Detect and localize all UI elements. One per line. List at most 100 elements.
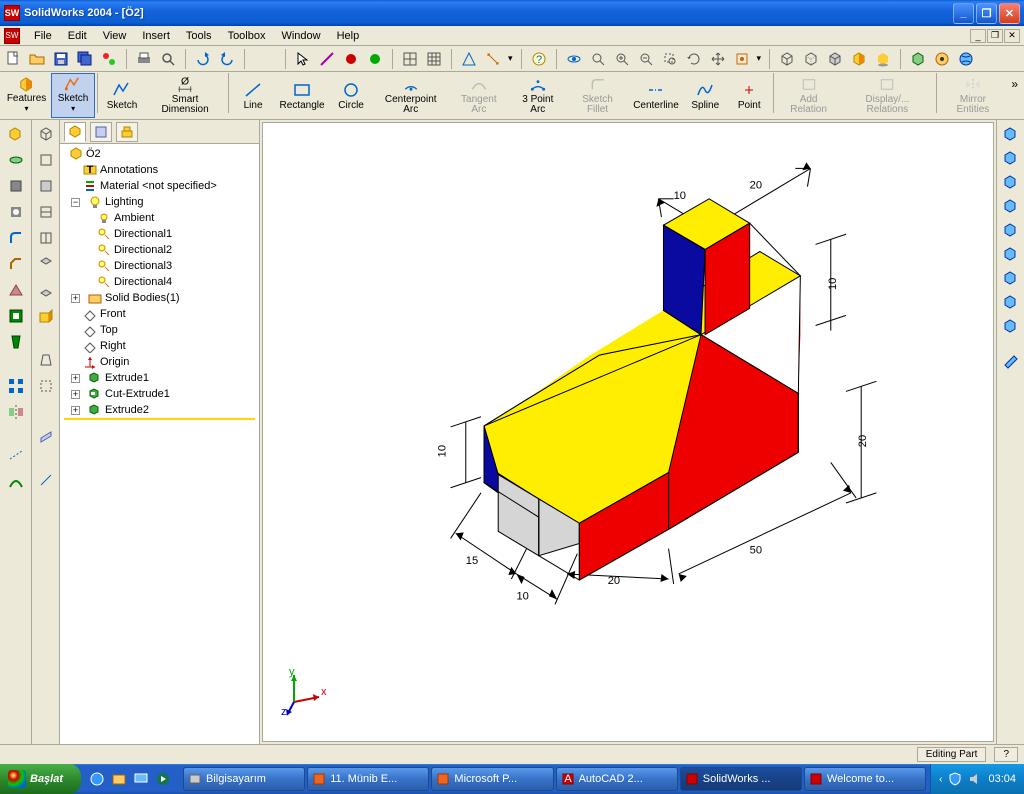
ql-media-icon[interactable]	[153, 768, 173, 790]
start-button[interactable]: Başlat	[0, 764, 81, 794]
maximize-button[interactable]: ❐	[976, 3, 997, 24]
rb-1[interactable]	[1001, 124, 1021, 144]
feat-extrude-icon[interactable]	[6, 124, 26, 144]
rb-measure-icon[interactable]	[1001, 352, 1021, 372]
tree-front[interactable]: Front	[60, 306, 259, 322]
options-button[interactable]	[484, 50, 502, 68]
mdi-close[interactable]: ✕	[1004, 29, 1020, 43]
view-right-icon[interactable]	[36, 228, 56, 248]
view-perspective-icon[interactable]	[36, 350, 56, 370]
task-5[interactable]: SolidWorks ...	[680, 767, 802, 791]
task-6[interactable]: Welcome to...	[804, 767, 926, 791]
menu-tools[interactable]: Tools	[178, 28, 220, 44]
tree-dir3[interactable]: Directional3	[60, 258, 259, 274]
feat-revolve-icon[interactable]	[6, 150, 26, 170]
feat-chamfer-icon[interactable]	[6, 254, 26, 274]
view-wireframe-button[interactable]	[778, 50, 796, 68]
menu-edit[interactable]: Edit	[60, 28, 95, 44]
rb-9[interactable]	[1001, 316, 1021, 336]
tree-dir2[interactable]: Directional2	[60, 242, 259, 258]
cmd-sketch2[interactable]: Sketch	[100, 73, 144, 118]
tray-clock[interactable]: 03:04	[988, 773, 1016, 785]
tree-ext1[interactable]: +Extrude1	[60, 370, 259, 386]
cmd-line[interactable]: Line	[231, 73, 275, 118]
view-plane-icon[interactable]	[36, 426, 56, 446]
zoom-in-button[interactable]	[613, 50, 631, 68]
rb-4[interactable]	[1001, 196, 1021, 216]
pan-button[interactable]	[709, 50, 727, 68]
section-button[interactable]	[909, 50, 927, 68]
close-button[interactable]: ✕	[999, 3, 1020, 24]
tree-origin[interactable]: Origin	[60, 354, 259, 370]
feat-fillet-icon[interactable]	[6, 228, 26, 248]
rotate-button[interactable]	[685, 50, 703, 68]
rb-6[interactable]	[1001, 244, 1021, 264]
task-3[interactable]: Microsoft P...	[431, 767, 553, 791]
cmd-sketch[interactable]: Sketch ▾	[51, 73, 95, 118]
view-bottom-icon[interactable]	[36, 280, 56, 300]
feat-draft-icon[interactable]	[6, 332, 26, 352]
feat-shell-icon[interactable]	[6, 306, 26, 326]
print-button[interactable]	[135, 50, 153, 68]
feat-refgeom-icon[interactable]	[6, 446, 26, 466]
cmd-features[interactable]: Features ▾	[2, 73, 51, 118]
grid1-button[interactable]	[401, 50, 419, 68]
cmd-circle[interactable]: Circle	[329, 73, 373, 118]
graphics-viewport[interactable]: 10 20 10 20 10	[262, 122, 994, 742]
tray-volume-icon[interactable]	[968, 772, 982, 786]
cmd-cline[interactable]: Centerline	[629, 73, 684, 118]
view-iso-icon[interactable]	[36, 124, 56, 144]
menu-toolbox[interactable]: Toolbox	[220, 28, 274, 44]
shadow-button[interactable]	[874, 50, 892, 68]
rb-3[interactable]	[1001, 172, 1021, 192]
task-2[interactable]: 11. Münib E...	[307, 767, 429, 791]
tree-annotations[interactable]: TAnnotations	[60, 162, 259, 178]
save-button[interactable]	[52, 50, 70, 68]
tree-material[interactable]: Material <not specified>	[60, 178, 259, 194]
cmd-cparc[interactable]: Centerpoint Arc	[373, 73, 448, 118]
tree-ambient[interactable]: Ambient	[60, 210, 259, 226]
tree-solid[interactable]: +Solid Bodies(1)	[60, 290, 259, 306]
color-button[interactable]	[342, 50, 360, 68]
tree-right[interactable]: Right	[60, 338, 259, 354]
tree-lighting[interactable]: −Lighting	[60, 194, 259, 210]
tree-root[interactable]: Ö2	[60, 146, 259, 162]
tray-arrow-icon[interactable]: ‹	[939, 774, 942, 785]
zoom-out-button[interactable]	[637, 50, 655, 68]
mdi-restore[interactable]: ❐	[987, 29, 1003, 43]
open-button[interactable]	[28, 50, 46, 68]
menu-view[interactable]: View	[95, 28, 135, 44]
menu-insert[interactable]: Insert	[134, 28, 178, 44]
explode-button[interactable]	[100, 50, 118, 68]
preview-button[interactable]	[159, 50, 177, 68]
orbit-button[interactable]	[565, 50, 583, 68]
tree-tab-prop[interactable]	[116, 122, 138, 142]
cmd-overflow[interactable]: »	[1007, 73, 1022, 118]
saveall-button[interactable]	[76, 50, 94, 68]
rb-2[interactable]	[1001, 148, 1021, 168]
rb-5[interactable]	[1001, 220, 1021, 240]
feat-mirror-icon[interactable]	[6, 402, 26, 422]
fastview-button[interactable]	[933, 50, 951, 68]
tree-tab-config[interactable]	[90, 122, 112, 142]
ql-explorer-icon[interactable]	[109, 768, 129, 790]
cmd-point[interactable]: Point	[727, 73, 771, 118]
tree-tab-feature[interactable]	[64, 122, 86, 142]
tree-cutext1[interactable]: +Cut-Extrude1	[60, 386, 259, 402]
cmd-rect[interactable]: Rectangle	[275, 73, 329, 118]
select-button[interactable]	[294, 50, 312, 68]
cmd-smartdim[interactable]: Ø Smart Dimension	[144, 73, 226, 118]
sketch-relation-button[interactable]	[318, 50, 336, 68]
status-help-icon[interactable]: ?	[994, 747, 1018, 762]
view-selection-icon[interactable]	[36, 376, 56, 396]
menu-window[interactable]: Window	[273, 28, 328, 44]
tree-dir4[interactable]: Directional4	[60, 274, 259, 290]
new-button[interactable]	[4, 50, 22, 68]
mdi-minimize[interactable]: _	[970, 29, 986, 43]
feat-linpat-icon[interactable]	[6, 376, 26, 396]
view-shaded-edges-button[interactable]	[826, 50, 844, 68]
ql-desktop-icon[interactable]	[131, 768, 151, 790]
view-normal-icon[interactable]	[36, 306, 56, 326]
rb-8[interactable]	[1001, 292, 1021, 312]
view-left-icon[interactable]	[36, 202, 56, 222]
